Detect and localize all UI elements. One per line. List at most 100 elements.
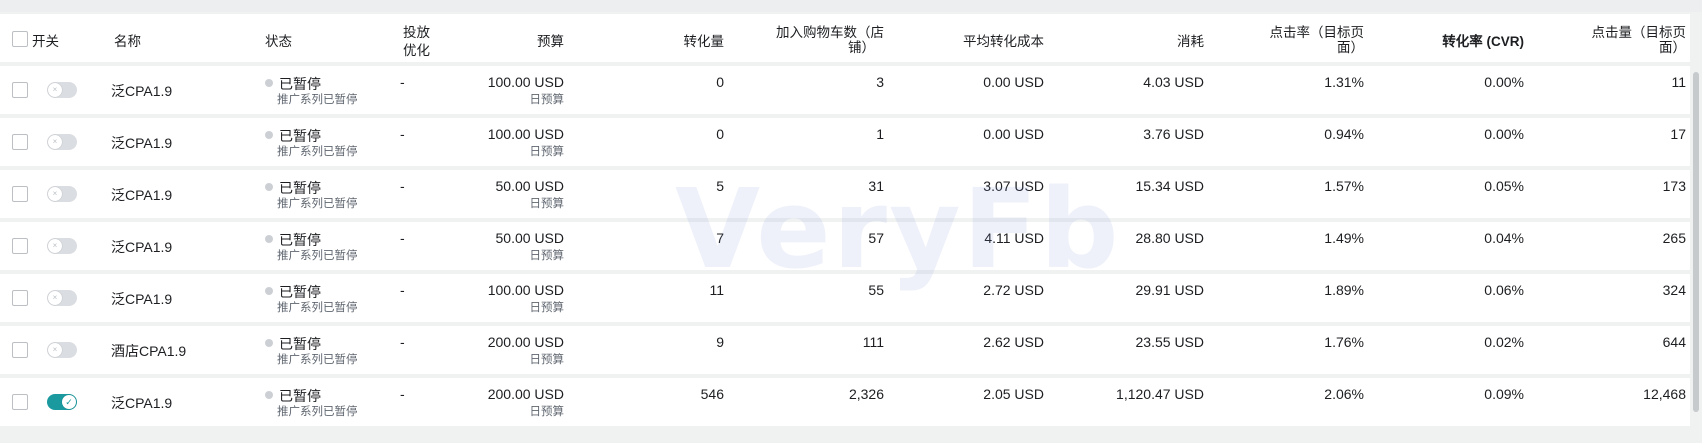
status-dot-icon: [265, 131, 273, 139]
table-header-row: 开关 名称 状态 投放 优化 预算 转化量 加入购物车数（店 铺） 平均转化成本…: [0, 14, 1690, 62]
budget-value[interactable]: 50.00 USD: [440, 178, 564, 194]
delivery-value: -: [400, 74, 405, 90]
top-bar: [0, 0, 1702, 12]
campaign-toggle[interactable]: ×: [47, 238, 77, 254]
table-row[interactable]: × 泛CPA1.9 已暂停 推广系列已暂停 - 50.00 USD 日预算 5 …: [0, 170, 1690, 218]
cvr-value: 0.05%: [1484, 178, 1524, 194]
delivery-value: -: [400, 282, 405, 298]
add-to-cart-value: 2,326: [848, 386, 884, 402]
spend-value: 28.80 USD: [1135, 230, 1204, 246]
budget-value[interactable]: 200.00 USD: [440, 386, 564, 402]
campaign-name[interactable]: 泛CPA1.9: [111, 185, 172, 205]
budget-value[interactable]: 100.00 USD: [440, 74, 564, 90]
campaign-toggle[interactable]: ×: [47, 290, 77, 306]
row-checkbox[interactable]: [12, 82, 28, 98]
ctr-value: 1.89%: [1324, 282, 1364, 298]
delivery-value: -: [400, 126, 405, 142]
toggle-knob-icon: ×: [48, 83, 62, 97]
avg-cost-value: 2.72 USD: [983, 282, 1044, 298]
spend-value: 15.34 USD: [1135, 178, 1204, 194]
avg-cost-value: 4.11 USD: [984, 230, 1044, 246]
conversions-value: 0: [716, 74, 724, 90]
status-subtext: 推广系列已暂停: [277, 302, 358, 314]
spend-value: 23.55 USD: [1135, 334, 1204, 350]
campaign-toggle[interactable]: ×: [47, 342, 77, 358]
toggle-knob-icon: ×: [48, 135, 62, 149]
spend-value: 29.91 USD: [1135, 282, 1204, 298]
status-subtext: 推广系列已暂停: [277, 250, 358, 262]
clicks-value: 324: [1662, 282, 1686, 298]
conversions-value: 546: [700, 386, 724, 402]
status-subtext: 推广系列已暂停: [277, 198, 358, 210]
row-checkbox[interactable]: [12, 290, 28, 306]
clicks-value: 17: [1670, 126, 1686, 142]
clicks-value: 11: [1671, 74, 1686, 90]
status-subtext: 推广系列已暂停: [277, 146, 358, 158]
status-dot-icon: [265, 391, 273, 399]
budget-type: 日预算: [529, 302, 565, 314]
cvr-value: 0.04%: [1484, 230, 1524, 246]
budget-type: 日预算: [529, 354, 565, 366]
add-to-cart-value: 31: [868, 178, 884, 194]
clicks-value: 173: [1662, 178, 1686, 194]
campaign-toggle[interactable]: ×: [47, 134, 77, 150]
status-subtext: 推广系列已暂停: [277, 406, 358, 418]
vertical-scrollbar[interactable]: [1690, 12, 1702, 426]
toggle-knob-icon: ×: [48, 291, 62, 305]
spend-value: 4.03 USD: [1143, 74, 1204, 90]
cvr-value: 0.09%: [1484, 386, 1524, 402]
row-checkbox[interactable]: [12, 134, 28, 150]
campaign-table-panel: 开关 名称 状态 投放 优化 预算 转化量 加入购物车数（店 铺） 平均转化成本…: [0, 12, 1702, 426]
table-row[interactable]: × 泛CPA1.9 已暂停 推广系列已暂停 - 50.00 USD 日预算 7 …: [0, 222, 1690, 270]
status-subtext: 推广系列已暂停: [277, 354, 358, 366]
campaign-name[interactable]: 酒店CPA1.9: [111, 341, 186, 361]
cvr-value: 0.02%: [1484, 334, 1524, 350]
row-checkbox[interactable]: [12, 238, 28, 254]
toggle-knob-icon: ×: [48, 239, 62, 253]
table-row[interactable]: × 泛CPA1.9 已暂停 推广系列已暂停 - 100.00 USD 日预算 0…: [0, 66, 1690, 114]
campaign-name[interactable]: 泛CPA1.9: [111, 237, 172, 257]
add-to-cart-value: 55: [868, 282, 884, 298]
table-row[interactable]: × 泛CPA1.9 已暂停 推广系列已暂停 - 100.00 USD 日预算 1…: [0, 274, 1690, 322]
budget-type: 日预算: [529, 250, 565, 262]
row-checkbox[interactable]: [12, 342, 28, 358]
status-dot-icon: [265, 183, 273, 191]
campaign-toggle[interactable]: ✓: [47, 394, 77, 410]
spend-value: 3.76 USD: [1143, 126, 1204, 142]
status-dot-icon: [265, 79, 273, 87]
table-row[interactable]: × 酒店CPA1.9 已暂停 推广系列已暂停 - 200.00 USD 日预算 …: [0, 326, 1690, 374]
campaign-toggle[interactable]: ×: [47, 82, 77, 98]
conversions-value: 5: [716, 178, 724, 194]
ctr-value: 1.57%: [1324, 178, 1364, 194]
campaign-name[interactable]: 泛CPA1.9: [111, 289, 172, 309]
budget-value[interactable]: 200.00 USD: [440, 334, 564, 350]
scrollbar-thumb[interactable]: [1693, 72, 1699, 412]
toggle-knob-icon: ×: [48, 187, 62, 201]
row-checkbox[interactable]: [12, 394, 28, 410]
campaign-toggle[interactable]: ×: [47, 186, 77, 202]
select-all-checkbox[interactable]: [12, 31, 28, 47]
delivery-value: -: [400, 334, 405, 350]
budget-type: 日预算: [529, 94, 565, 106]
campaign-name[interactable]: 泛CPA1.9: [111, 81, 172, 101]
table-row[interactable]: × 泛CPA1.9 已暂停 推广系列已暂停 - 100.00 USD 日预算 0…: [0, 118, 1690, 166]
ctr-value: 1.31%: [1324, 74, 1364, 90]
campaign-name[interactable]: 泛CPA1.9: [111, 133, 172, 153]
budget-value[interactable]: 100.00 USD: [440, 282, 564, 298]
add-to-cart-value: 1: [876, 126, 884, 142]
status-dot-icon: [265, 235, 273, 243]
avg-cost-value: 2.05 USD: [983, 386, 1044, 402]
budget-value[interactable]: 50.00 USD: [440, 230, 564, 246]
toggle-knob-icon: ✓: [62, 395, 76, 409]
delivery-value: -: [400, 386, 405, 402]
avg-cost-value: 2.62 USD: [983, 334, 1044, 350]
conversions-value: 0: [716, 126, 724, 142]
add-to-cart-value: 57: [868, 230, 884, 246]
ctr-value: 1.76%: [1324, 334, 1364, 350]
status-dot-icon: [265, 287, 273, 295]
table-row[interactable]: ✓ 泛CPA1.9 已暂停 推广系列已暂停 - 200.00 USD 日预算 5…: [0, 378, 1690, 426]
row-checkbox[interactable]: [12, 186, 28, 202]
delivery-value: -: [400, 230, 405, 246]
campaign-name[interactable]: 泛CPA1.9: [111, 393, 172, 413]
budget-value[interactable]: 100.00 USD: [440, 126, 564, 142]
